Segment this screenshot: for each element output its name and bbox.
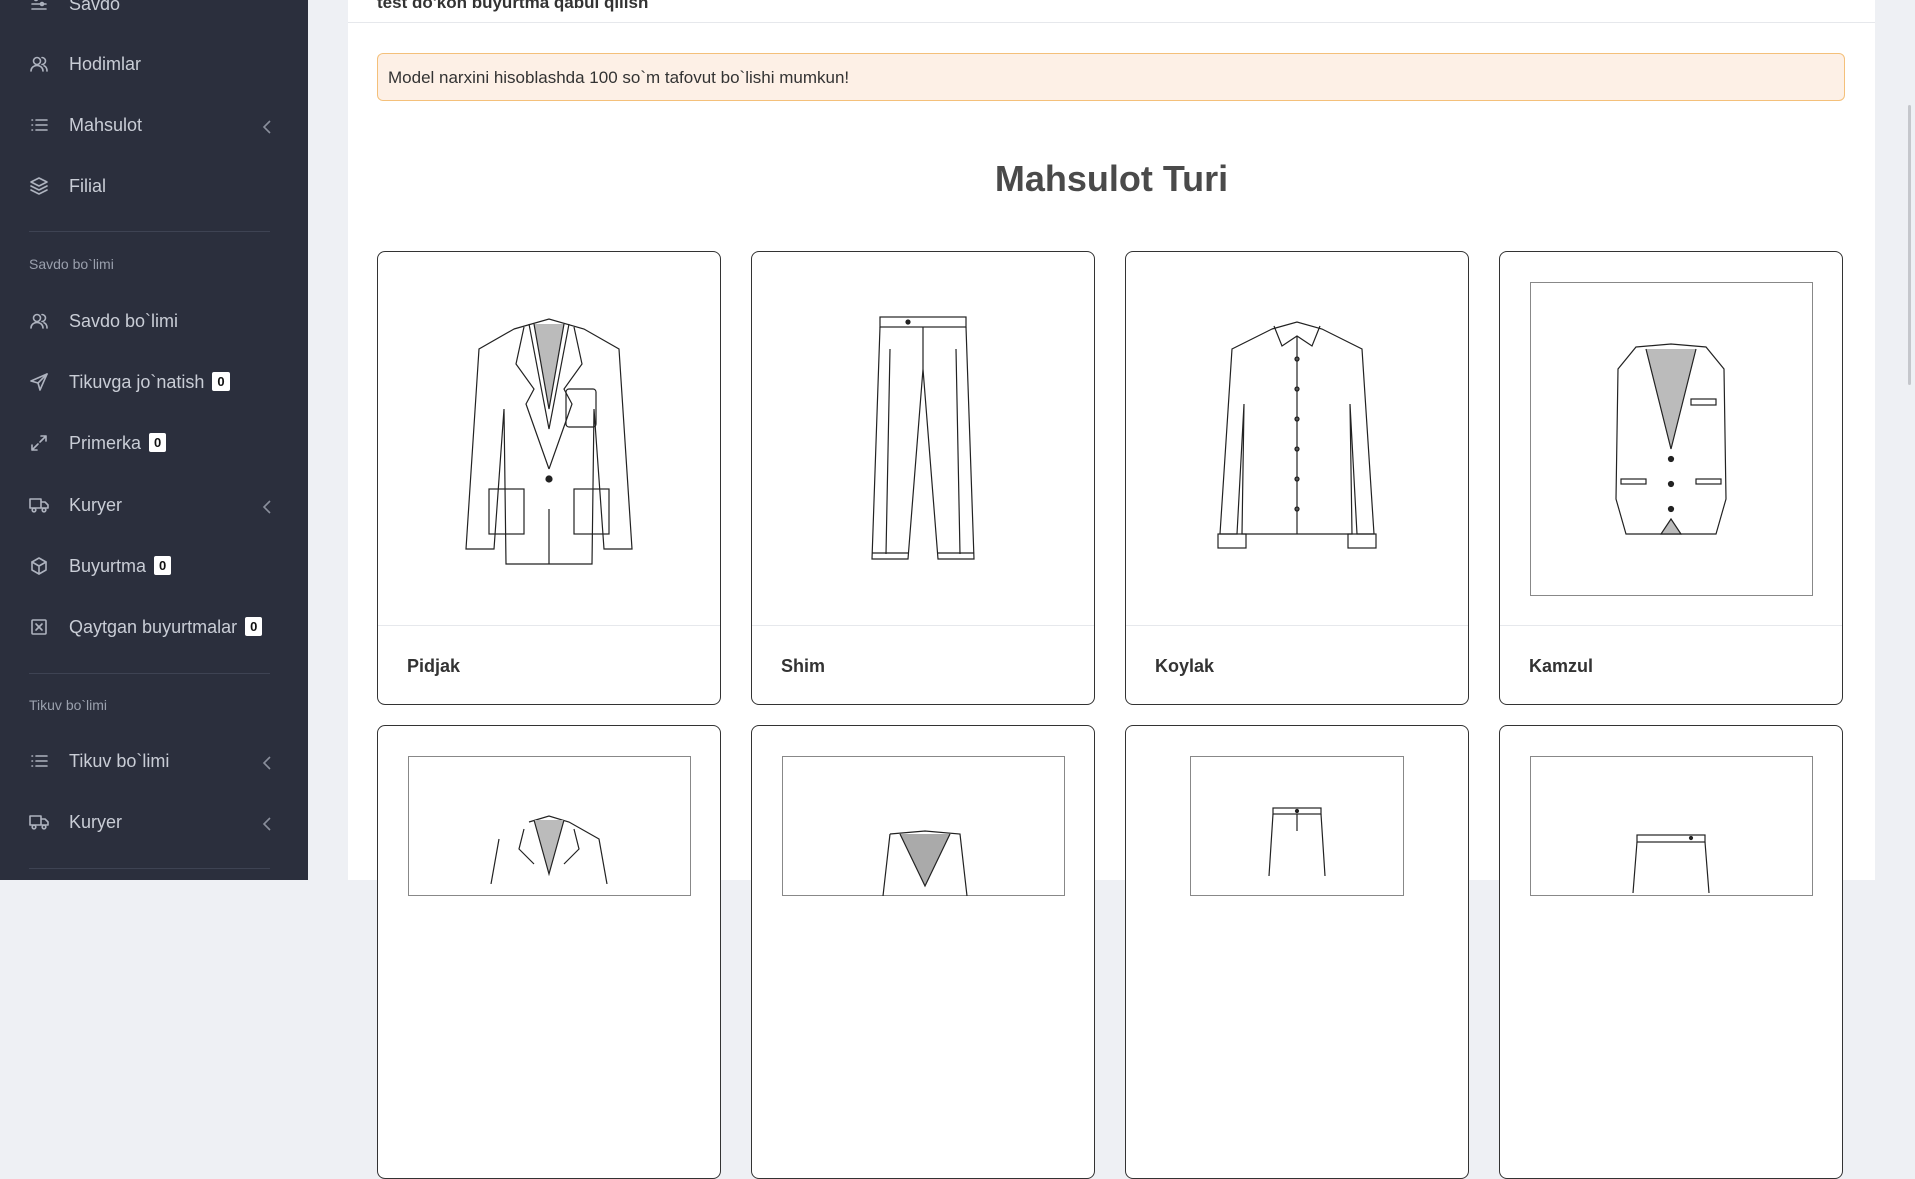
users-icon: [29, 54, 49, 74]
product-card-shim[interactable]: Shim: [751, 251, 1095, 705]
chevron-left-icon: [262, 756, 272, 770]
sidebar-item-label: Buyurtma 0: [69, 555, 172, 577]
count-badge: 0: [212, 371, 230, 391]
sidebar: Savdo Hodimlar Mahsulot Filial Savdo bo`…: [0, 0, 308, 880]
chevron-left-icon: [262, 120, 272, 134]
trousers-image: [752, 252, 1094, 625]
sidebar-item-label: Kuryer: [69, 494, 123, 515]
box-icon: [29, 556, 49, 576]
sidebar-item-savdo-bolimi[interactable]: Savdo bo`limi: [0, 297, 308, 345]
vest-image: [882, 830, 968, 896]
chevron-left-icon: [262, 817, 272, 831]
sidebar-item-label: Tikuv bo`limi: [69, 750, 170, 771]
sidebar-item-hodimlar[interactable]: Hodimlar: [0, 40, 308, 88]
truck-icon: [29, 495, 49, 515]
product-card[interactable]: [377, 725, 721, 1179]
sidebar-item-filial[interactable]: Filial: [0, 162, 308, 210]
truck-icon: [29, 812, 49, 832]
users-icon: [29, 311, 49, 331]
sidebar-item-savdo[interactable]: Savdo: [0, 0, 308, 28]
product-name: Pidjak: [407, 656, 461, 676]
trousers-image: [1268, 807, 1326, 876]
product-name: Kamzul: [1529, 656, 1594, 676]
product-card[interactable]: [1125, 725, 1469, 1179]
product-card-koylak[interactable]: Koylak: [1125, 251, 1469, 705]
product-card-footer: Kamzul: [1500, 625, 1842, 704]
sidebar-item-label: Hodimlar: [69, 53, 142, 74]
sidebar-item-mahsulot[interactable]: Mahsulot: [0, 101, 308, 149]
sidebar-item-kuryer-2[interactable]: Kuryer: [0, 798, 308, 846]
card-header: test do'kon buyurtma qabul qilish: [348, 0, 1875, 23]
warning-alert: Model narxini hisoblashda 100 so`m tafov…: [377, 53, 1845, 101]
product-card-footer: Koylak: [1126, 625, 1468, 704]
product-card[interactable]: [1499, 725, 1843, 1179]
count-badge: 0: [245, 616, 263, 636]
scrollbar[interactable]: [1908, 105, 1911, 385]
jacket-image: [490, 815, 608, 884]
send-icon: [29, 372, 49, 392]
layers-icon: [29, 176, 49, 196]
vest-image: [1500, 252, 1842, 625]
list-icon: [29, 115, 49, 135]
product-card-footer: Pidjak: [378, 625, 720, 704]
chevron-left-icon: [262, 500, 272, 514]
sidebar-item-tikuv-bolimi[interactable]: Tikuv bo`limi: [0, 737, 308, 785]
sidebar-item-label: Qaytgan buyurtmalar 0: [69, 616, 263, 638]
list-icon: [29, 751, 49, 771]
divider: [29, 868, 270, 869]
sidebar-item-qaytgan-buyurtmalar[interactable]: Qaytgan buyurtmalar 0: [0, 603, 308, 651]
trousers-image: [1632, 834, 1710, 893]
divider: [29, 673, 270, 674]
sidebar-item-kuryer[interactable]: Kuryer: [0, 481, 308, 529]
sidebar-item-buyurtma[interactable]: Buyurtma 0: [0, 542, 308, 590]
jacket-image: [378, 252, 720, 625]
product-name: Koylak: [1155, 656, 1215, 676]
product-card-pidjak[interactable]: Pidjak: [377, 251, 721, 705]
sidebar-item-label: Mahsulot: [69, 114, 143, 135]
section-label-savdo: Savdo bo`limi: [29, 256, 114, 272]
product-card-footer: Shim: [752, 625, 1094, 704]
sidebar-item-tikuvga-jonatish[interactable]: Tikuvga jo`natish 0: [0, 358, 308, 406]
shirt-image: [1126, 252, 1468, 625]
page-title: Mahsulot Turi: [994, 158, 1229, 199]
product-card-kamzul[interactable]: Kamzul: [1499, 251, 1843, 705]
product-card[interactable]: [751, 725, 1095, 1179]
x-square-icon: [29, 617, 49, 637]
sidebar-item-label: Kuryer: [69, 811, 123, 832]
card-header-title: test do'kon buyurtma qabul qilish: [377, 0, 649, 12]
sidebar-item-primerka[interactable]: Primerka 0: [0, 419, 308, 467]
divider: [29, 231, 270, 232]
sidebar-item-label: Savdo: [69, 0, 121, 14]
product-name: Shim: [781, 656, 826, 676]
count-badge: 0: [154, 555, 172, 575]
sliders-icon: [29, 0, 49, 14]
sidebar-item-label: Savdo bo`limi: [69, 310, 179, 331]
section-label-tikuv: Tikuv bo`limi: [29, 697, 108, 713]
sidebar-item-label: Tikuvga jo`natish 0: [69, 371, 230, 393]
sidebar-item-label: Filial: [69, 175, 107, 196]
count-badge: 0: [149, 432, 167, 452]
sidebar-item-label: Primerka 0: [69, 432, 167, 454]
main-content: test do'kon buyurtma qabul qilish Model …: [348, 0, 1875, 1179]
expand-icon: [29, 433, 49, 453]
